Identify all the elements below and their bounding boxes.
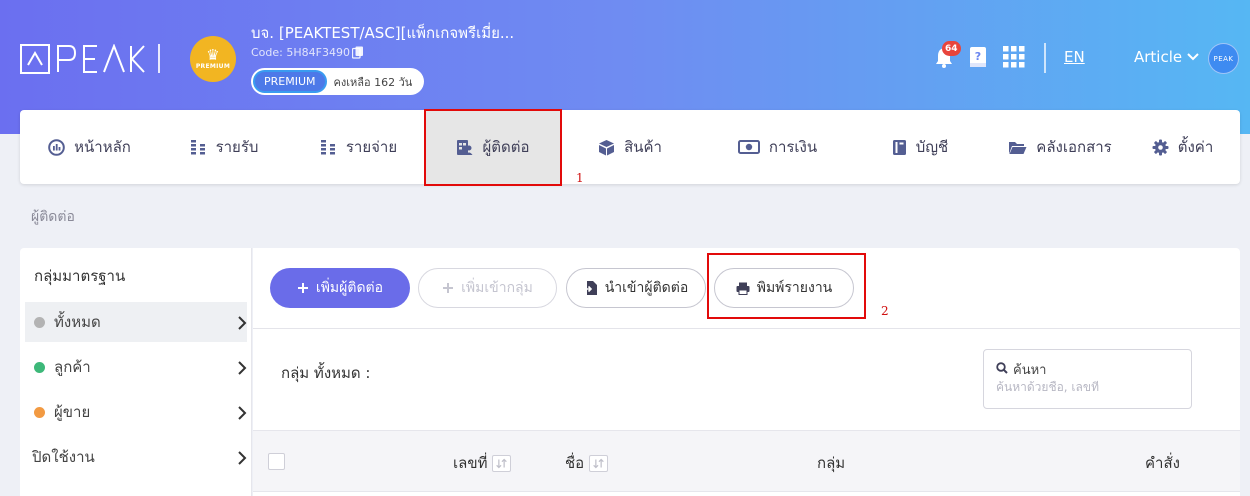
nav-item-settings[interactable]: ตั้งค่า xyxy=(1125,110,1240,184)
sidebar-item-inactive[interactable]: ปิดใช้งาน xyxy=(25,437,247,477)
import-contacts-label: นำเข้าผู้ติดต่อ xyxy=(604,280,689,296)
nav-item-home[interactable]: หน้าหลัก xyxy=(20,110,159,184)
sidebar-title: กลุ่มมาตรฐาน xyxy=(34,267,126,285)
svg-text:?: ? xyxy=(975,50,981,63)
column-number[interactable]: เลขที่ xyxy=(453,451,512,475)
help-book-icon[interactable]: ? xyxy=(969,46,987,68)
select-all-checkbox[interactable] xyxy=(268,453,285,470)
table-header: เลขที่ ชื่อ กลุ่ม คำสั่ง xyxy=(253,430,1240,492)
money-icon xyxy=(737,140,760,154)
sort-icon[interactable] xyxy=(492,454,512,472)
plus-icon xyxy=(443,283,454,293)
language-switch[interactable]: EN xyxy=(1064,48,1085,66)
breadcrumb: ผู้ติดต่อ xyxy=(31,209,75,225)
nav-label-documents: คลังเอกสาร xyxy=(1036,138,1112,156)
search-box[interactable]: ค้นหา xyxy=(983,349,1192,409)
plan-badge: PREMIUM xyxy=(253,70,327,93)
sidebar-item-customers[interactable]: ลูกค้า xyxy=(25,347,247,387)
search-icon xyxy=(996,362,1008,374)
sidebar-item-vendors[interactable]: ผู้ขาย xyxy=(25,392,247,432)
group-sidebar: กลุ่มมาตรฐาน ทั้งหมด ลูกค้า ผู้ขาย ปิดใช… xyxy=(20,248,252,496)
annotation-number-2: 2 xyxy=(881,304,889,318)
main-nav: หน้าหลัก รายรับ รายจ่าย ผู้ติดต่อ สินค้า xyxy=(20,110,1240,184)
status-dot xyxy=(34,316,45,328)
sidebar-item-label: ลูกค้า xyxy=(54,358,91,376)
column-label: กลุ่ม xyxy=(817,454,846,472)
sort-icon[interactable] xyxy=(589,454,609,472)
peak-logo[interactable] xyxy=(20,44,145,74)
search-input[interactable] xyxy=(996,380,1176,394)
nav-label-products: สินค้า xyxy=(624,138,662,156)
coins-icon xyxy=(190,139,205,154)
nav-label-settings: ตั้งค่า xyxy=(1177,138,1214,156)
chevron-right-icon xyxy=(238,361,247,375)
folder-icon xyxy=(1009,141,1027,154)
nav-item-income[interactable]: รายรับ xyxy=(159,110,289,184)
add-contact-label: เพิ่มผู้ติดต่อ xyxy=(315,280,384,296)
plan-status: PREMIUM คงเหลือ 162 วัน xyxy=(251,68,424,95)
chevron-right-icon xyxy=(238,451,247,465)
ledger-icon xyxy=(892,139,906,155)
company-code: Code: 5H84F3490 xyxy=(251,46,350,59)
sidebar-item-all[interactable]: ทั้งหมด xyxy=(25,302,247,342)
import-contacts-button[interactable]: นำเข้าผู้ติดต่อ xyxy=(566,268,706,308)
apps-grid-icon[interactable] xyxy=(1003,46,1025,68)
file-import-icon xyxy=(583,281,597,295)
dashboard-icon xyxy=(48,138,65,156)
nav-label-home: หน้าหลัก xyxy=(74,138,131,156)
nav-label-accounting: บัญชี xyxy=(915,138,949,156)
nav-item-finance[interactable]: การเงิน xyxy=(700,110,855,184)
nav-label-income: รายรับ xyxy=(215,138,259,156)
notification-count: 64 xyxy=(942,41,961,56)
annotation-number-1: 1 xyxy=(576,171,584,185)
sidebar-item-label: ทั้งหมด xyxy=(54,313,101,331)
logo-divider xyxy=(158,44,160,73)
annotation-box-1 xyxy=(424,109,562,186)
status-dot xyxy=(34,406,45,418)
chevron-right-icon xyxy=(238,406,247,420)
company-logo-text: PREMIUM xyxy=(195,63,231,70)
nav-label-expense: รายจ่าย xyxy=(345,138,398,156)
column-label: เลขที่ xyxy=(453,454,488,472)
nav-item-accounting[interactable]: บัญชี xyxy=(855,110,985,184)
crown-icon: ♛ xyxy=(206,46,220,64)
header-divider xyxy=(1044,43,1046,73)
nav-item-expense[interactable]: รายจ่าย xyxy=(289,110,428,184)
column-actions: คำสั่ง xyxy=(1145,451,1180,475)
add-contact-button[interactable]: เพิ่มผู้ติดต่อ xyxy=(270,268,410,308)
add-to-group-button[interactable]: เพิ่มเข้ากลุ่ม xyxy=(418,268,557,308)
user-menu[interactable]: Article xyxy=(1134,48,1182,66)
status-dot xyxy=(34,361,45,373)
box-icon xyxy=(599,139,615,155)
nav-label-finance: การเงิน xyxy=(768,138,818,156)
coins-icon xyxy=(320,139,335,154)
column-label: คำสั่ง xyxy=(1145,454,1180,472)
toolbar-divider xyxy=(253,328,1240,329)
column-name[interactable]: ชื่อ xyxy=(565,451,609,475)
gear-icon xyxy=(1152,139,1169,155)
add-to-group-label: เพิ่มเข้ากลุ่ม xyxy=(461,280,533,296)
sidebar-item-label: ปิดใช้งาน xyxy=(32,448,95,466)
current-group-label: กลุ่ม ทั้งหมด : xyxy=(281,364,371,382)
annotation-box-2 xyxy=(707,253,866,319)
company-logo[interactable]: ♛ PREMIUM xyxy=(190,36,236,82)
copy-icon[interactable] xyxy=(352,46,364,59)
sidebar-item-label: ผู้ขาย xyxy=(54,403,91,421)
nav-item-documents[interactable]: คลังเอกสาร xyxy=(970,110,1150,184)
avatar[interactable]: PEAK xyxy=(1208,43,1239,74)
company-name[interactable]: บจ. [PEAKTEST/ASC][แพ็กเกจพรีเมี่ย... xyxy=(251,21,514,45)
column-label: ชื่อ xyxy=(565,454,585,472)
plus-icon xyxy=(297,283,308,293)
search-label: ค้นหา xyxy=(1013,363,1047,378)
column-group: กลุ่ม xyxy=(817,451,845,475)
chevron-down-icon[interactable] xyxy=(1187,53,1199,61)
plan-remaining: คงเหลือ 162 วัน xyxy=(333,75,413,89)
chevron-right-icon xyxy=(238,316,247,330)
